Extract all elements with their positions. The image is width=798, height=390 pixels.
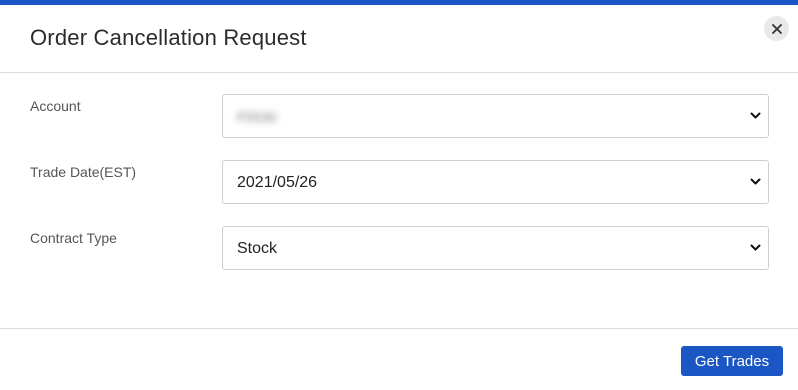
contract-type-label: Contract Type xyxy=(30,230,117,246)
trade-date-row: Trade Date(EST) 2021/05/26 xyxy=(0,160,798,204)
dialog-header: Order Cancellation Request xyxy=(0,5,798,73)
close-button[interactable] xyxy=(764,16,789,41)
contract-type-row: Contract Type Stock xyxy=(0,226,798,270)
dialog-title: Order Cancellation Request xyxy=(30,25,307,50)
account-row: Account F5530 xyxy=(0,94,798,138)
trade-date-select[interactable]: 2021/05/26 xyxy=(222,160,769,204)
get-trades-button[interactable]: Get Trades xyxy=(681,346,783,376)
contract-type-select[interactable]: Stock xyxy=(222,226,769,270)
order-cancellation-dialog: Order Cancellation Request Account F5530… xyxy=(0,0,798,390)
trade-date-label: Trade Date(EST) xyxy=(30,164,137,180)
chevron-down-icon xyxy=(750,112,761,119)
chevron-down-icon xyxy=(750,244,761,251)
close-icon xyxy=(771,23,782,34)
trade-date-value: 2021/05/26 xyxy=(237,174,318,191)
chevron-down-icon xyxy=(750,178,761,185)
dialog-footer: Get Trades xyxy=(0,328,798,390)
contract-type-value: Stock xyxy=(237,240,278,257)
account-select[interactable]: F5530 xyxy=(222,94,769,138)
account-value: F5530 xyxy=(237,109,277,125)
account-label: Account xyxy=(30,98,81,114)
